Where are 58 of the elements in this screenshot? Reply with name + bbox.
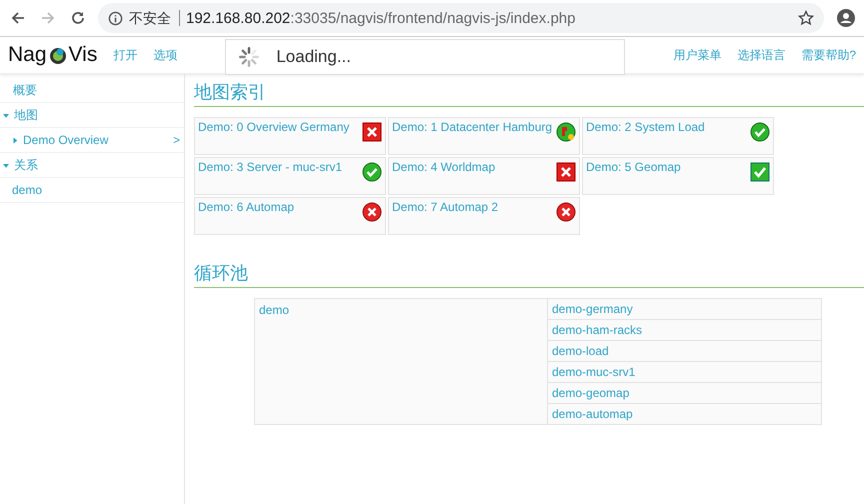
- critical-icon: [362, 122, 382, 142]
- map-tile[interactable]: Demo: 6 Automap: [194, 197, 386, 235]
- map-tile[interactable]: Demo: 1 Datacenter Hamburg: [388, 117, 580, 155]
- map-name: Demo: 7 Automap 2: [392, 200, 498, 214]
- submenu-arrow: >: [172, 133, 180, 147]
- menu-link[interactable]: 选择语言: [737, 46, 786, 64]
- pool-map-link[interactable]: demo-ham-racks: [548, 320, 822, 340]
- pool-map-link[interactable]: demo-load: [548, 340, 822, 362]
- map-name: Demo: 3 Server - muc-srv1: [198, 160, 342, 174]
- star-icon[interactable]: [798, 10, 814, 26]
- caret-icon: [3, 162, 9, 168]
- menu-link[interactable]: 用户菜单: [673, 46, 722, 64]
- critical-icon: [556, 162, 576, 182]
- sidebar-group[interactable]: 地图: [3, 106, 38, 124]
- pool-map-link[interactable]: demo-germany: [548, 298, 822, 320]
- section-title: 循环池: [194, 261, 864, 288]
- caret-icon: [3, 112, 9, 118]
- sidebar-item[interactable]: demo: [12, 183, 42, 197]
- pool-name[interactable]: demo: [254, 298, 548, 424]
- section-title: 地图索引: [194, 80, 864, 107]
- map-tile[interactable]: Demo: 4 Worldmap: [388, 157, 580, 195]
- menu-link[interactable]: 选项: [153, 46, 178, 64]
- map-name: Demo: 5 Geomap: [586, 160, 681, 174]
- account-icon[interactable]: [836, 8, 856, 28]
- pool-map-link[interactable]: demo-muc-srv1: [548, 362, 822, 382]
- warning-icon: [556, 122, 576, 142]
- nagvis-logo[interactable]: Nag Vis: [0, 38, 106, 72]
- map-tile[interactable]: Demo: 7 Automap 2: [388, 197, 580, 235]
- map-name: Demo: 2 System Load: [586, 120, 705, 134]
- address-bar[interactable]: 不安全 192.168.80.202:33035/nagvis/frontend/nagvis-js/index.php: [98, 3, 824, 33]
- caret-icon: [12, 136, 18, 144]
- pool-map-link[interactable]: demo-automap: [548, 404, 822, 424]
- error-icon: [362, 202, 382, 222]
- ok-icon: [750, 162, 770, 182]
- sidebar-group[interactable]: 关系: [3, 156, 38, 174]
- map-name: Demo: 0 Overview Germany: [198, 120, 350, 134]
- map-tile[interactable]: Demo: 2 System Load: [582, 117, 774, 155]
- reload-icon[interactable]: [70, 10, 86, 26]
- loading-text: Loading...: [276, 47, 352, 67]
- sidebar-item[interactable]: Demo Overview: [12, 133, 173, 147]
- map-name: Demo: 1 Datacenter Hamburg: [392, 120, 552, 134]
- ok-icon: [362, 162, 382, 182]
- map-name: Demo: 6 Automap: [198, 200, 294, 214]
- spinner-icon: [238, 46, 260, 68]
- pool-map-link[interactable]: demo-geomap: [548, 382, 822, 404]
- back-icon[interactable]: [10, 10, 26, 26]
- map-name: Demo: 4 Worldmap: [392, 160, 496, 174]
- error-icon: [556, 202, 576, 222]
- menu-link[interactable]: 需要帮助?: [801, 46, 856, 64]
- sidebar-item[interactable]: 概要: [13, 82, 37, 98]
- ok-icon: [750, 122, 770, 142]
- map-tile[interactable]: Demo: 5 Geomap: [582, 157, 774, 195]
- menu-link[interactable]: 打开: [113, 46, 138, 64]
- info-icon[interactable]: [108, 10, 123, 26]
- url-text: 192.168.80.202:33035/nagvis/frontend/nagvis-js/index.php: [186, 10, 576, 26]
- security-label: 不安全: [129, 10, 180, 26]
- map-tile[interactable]: Demo: 0 Overview Germany: [194, 117, 386, 155]
- map-tile[interactable]: Demo: 3 Server - muc-srv1: [194, 157, 386, 195]
